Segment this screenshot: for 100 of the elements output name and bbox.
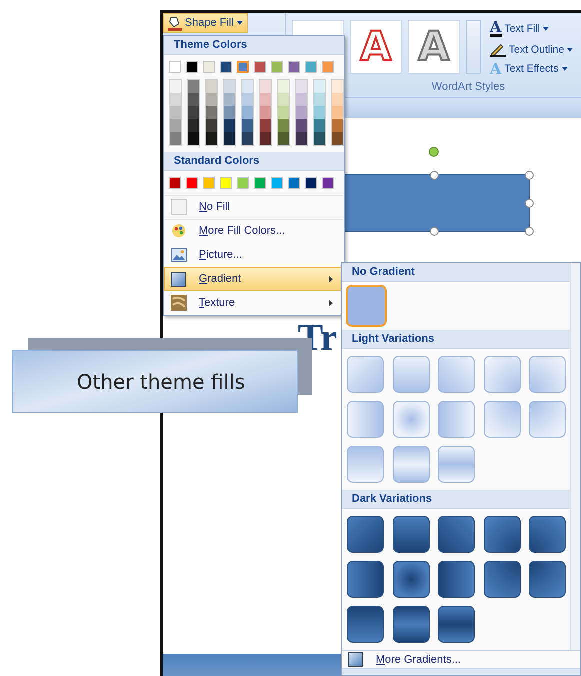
shade-swatch[interactable] (224, 119, 235, 132)
shade-swatch[interactable] (332, 132, 343, 145)
shade-swatch[interactable] (206, 119, 217, 132)
gradient-tile[interactable] (392, 561, 430, 598)
gradient-tile[interactable] (438, 356, 475, 393)
shade-swatch[interactable] (278, 132, 289, 145)
shade-swatch[interactable] (188, 93, 199, 106)
shade-swatch[interactable] (278, 93, 289, 106)
color-swatch[interactable] (288, 61, 300, 73)
shade-swatch[interactable] (170, 106, 181, 119)
scrollbar[interactable] (570, 263, 580, 650)
shade-swatch[interactable] (224, 132, 235, 145)
color-swatch[interactable] (169, 61, 181, 73)
gradient-tile[interactable] (438, 561, 475, 598)
gradient-tile[interactable] (484, 356, 520, 393)
gradient-tile[interactable] (438, 446, 475, 483)
shade-swatch[interactable] (242, 132, 253, 145)
shade-swatch[interactable] (170, 93, 181, 106)
shade-swatch[interactable] (170, 119, 181, 132)
gradient-tile[interactable] (529, 401, 566, 438)
shade-swatch[interactable] (332, 119, 343, 132)
color-swatch[interactable] (169, 177, 181, 189)
gradient-tile[interactable] (484, 401, 520, 438)
rotation-handle[interactable] (429, 147, 439, 157)
shade-swatch[interactable] (224, 80, 235, 93)
gradient-tile[interactable] (484, 561, 520, 598)
shade-swatch[interactable] (206, 106, 217, 119)
shade-swatch[interactable] (314, 119, 325, 132)
gradient-tile[interactable] (529, 356, 566, 393)
shade-swatch[interactable] (260, 93, 271, 106)
text-command-button[interactable]: A Text Fill (490, 20, 574, 37)
gradient-tile[interactable] (347, 356, 384, 393)
color-swatch[interactable] (220, 61, 232, 73)
gradient-tile[interactable] (347, 446, 384, 483)
menu-item[interactable]: Gradient (164, 267, 344, 291)
text-command-button[interactable]: Text Outline (490, 42, 574, 57)
gradient-tile[interactable] (347, 606, 384, 643)
shade-swatch[interactable] (260, 106, 271, 119)
shade-swatch[interactable] (206, 132, 217, 145)
shade-swatch[interactable] (206, 80, 217, 93)
shade-swatch[interactable] (224, 93, 235, 106)
shade-swatch[interactable] (260, 119, 271, 132)
gradient-tile[interactable] (484, 516, 520, 553)
gradient-tile[interactable] (347, 401, 384, 438)
shade-swatch[interactable] (242, 106, 253, 119)
color-swatch[interactable] (271, 61, 283, 73)
shade-swatch[interactable] (296, 106, 307, 119)
shade-swatch[interactable] (278, 119, 289, 132)
shade-swatch[interactable] (314, 132, 325, 145)
shade-swatch[interactable] (260, 80, 271, 93)
shade-swatch[interactable] (332, 80, 343, 93)
shade-swatch[interactable] (314, 80, 325, 93)
gradient-tile[interactable] (438, 606, 475, 643)
shape-fill-button[interactable]: Shape Fill (163, 13, 248, 33)
gradient-tile[interactable] (438, 516, 475, 553)
gradient-tile[interactable] (392, 516, 430, 553)
color-swatch[interactable] (254, 177, 266, 189)
shade-swatch[interactable] (170, 80, 181, 93)
shade-swatch[interactable] (188, 119, 199, 132)
resize-handle[interactable] (430, 227, 439, 236)
wordart-style-tile[interactable]: A (350, 20, 402, 74)
color-swatch[interactable] (203, 177, 215, 189)
resize-handle[interactable] (525, 199, 534, 208)
color-swatch[interactable] (220, 177, 232, 189)
color-swatch[interactable] (305, 61, 317, 73)
gradient-tile[interactable] (392, 356, 430, 393)
color-swatch[interactable] (288, 177, 300, 189)
color-swatch[interactable] (254, 61, 266, 73)
shade-swatch[interactable] (188, 106, 199, 119)
color-swatch[interactable] (186, 61, 198, 73)
shade-swatch[interactable] (314, 106, 325, 119)
menu-item[interactable]: Texture (164, 291, 344, 315)
gradient-tile[interactable] (529, 516, 566, 553)
resize-handle[interactable] (525, 227, 534, 236)
menu-item[interactable]: Picture... (164, 243, 344, 267)
menu-item[interactable]: No Fill (164, 195, 344, 219)
text-command-button[interactable]: A Text Effects (490, 62, 574, 76)
shade-swatch[interactable] (242, 80, 253, 93)
shade-swatch[interactable] (332, 106, 343, 119)
gradient-tile[interactable] (347, 561, 384, 598)
resize-grip[interactable] (342, 668, 580, 675)
shade-swatch[interactable] (296, 80, 307, 93)
color-swatch[interactable] (237, 61, 249, 73)
gradient-tile[interactable] (392, 401, 430, 438)
gradient-tile[interactable] (346, 285, 387, 327)
menu-item[interactable]: More Fill Colors... (164, 219, 344, 243)
gradient-tile[interactable] (438, 401, 475, 438)
color-swatch[interactable] (186, 177, 198, 189)
shade-swatch[interactable] (332, 93, 343, 106)
resize-handle[interactable] (525, 171, 534, 180)
shade-swatch[interactable] (242, 93, 253, 106)
color-swatch[interactable] (237, 177, 249, 189)
shade-swatch[interactable] (170, 132, 181, 145)
shade-swatch[interactable] (296, 119, 307, 132)
color-swatch[interactable] (203, 61, 215, 73)
shade-swatch[interactable] (206, 93, 217, 106)
resize-handle[interactable] (430, 171, 439, 180)
shade-swatch[interactable] (296, 93, 307, 106)
shade-swatch[interactable] (314, 93, 325, 106)
gradient-tile[interactable] (529, 561, 566, 598)
